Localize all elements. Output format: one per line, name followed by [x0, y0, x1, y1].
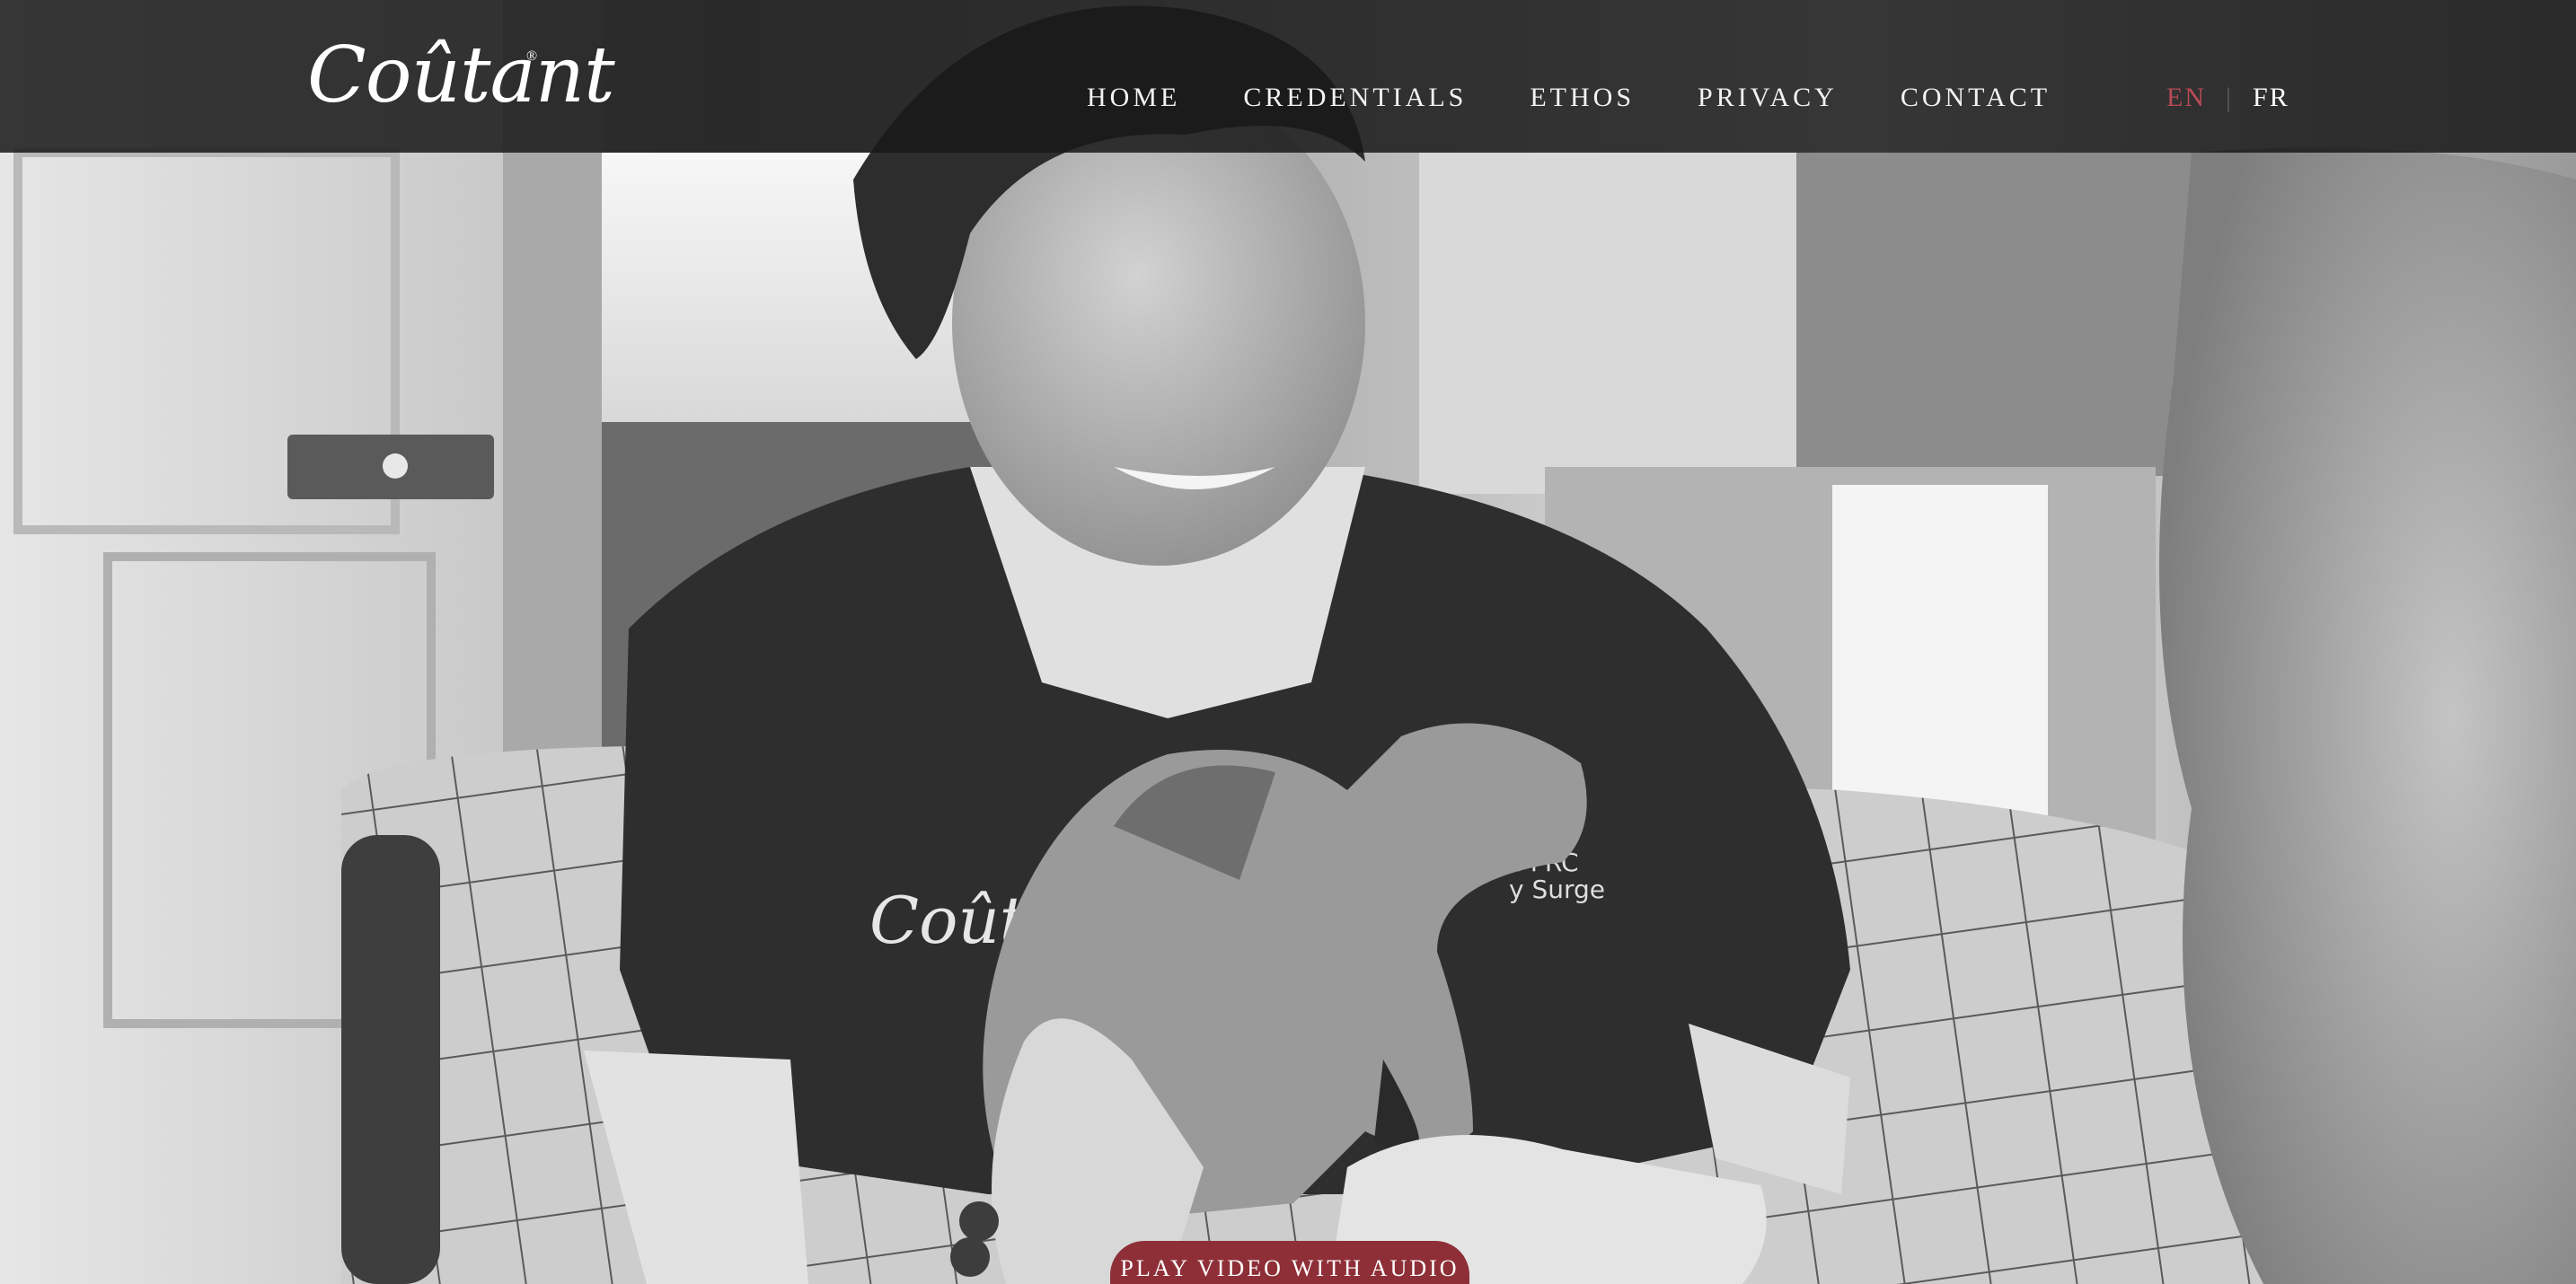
blurred-person [2159, 147, 2576, 1284]
language-switcher: EN | FR [2166, 79, 2289, 117]
logo-wordmark: Coûtant [307, 31, 615, 120]
nav-ethos[interactable]: ETHOS [1530, 79, 1635, 117]
trademark-mark: ® [526, 48, 538, 64]
nav-privacy[interactable]: PRIVACY [1698, 79, 1838, 117]
nav-credentials[interactable]: CREDENTIALS [1243, 79, 1467, 117]
language-separator: | [2226, 83, 2234, 112]
main-nav: HOME CREDENTIALS ETHOS PRIVACY CONTACT [1087, 79, 2113, 117]
hero-photo: Coûtant on FRC y Surge [0, 0, 2576, 1284]
play-video-button[interactable]: PLAY VIDEO WITH AUDIO [1110, 1241, 1469, 1284]
site-logo[interactable]: Coûtant ® [307, 31, 615, 120]
language-en[interactable]: EN [2166, 79, 2206, 117]
shirt-text-line2: y Surge [1509, 875, 1605, 904]
hero-video-still: Coûtant on FRC y Surge [0, 0, 2576, 1284]
nav-home[interactable]: HOME [1087, 79, 1180, 117]
nav-contact[interactable]: CONTACT [1901, 79, 2051, 117]
language-fr[interactable]: FR [2253, 79, 2289, 117]
